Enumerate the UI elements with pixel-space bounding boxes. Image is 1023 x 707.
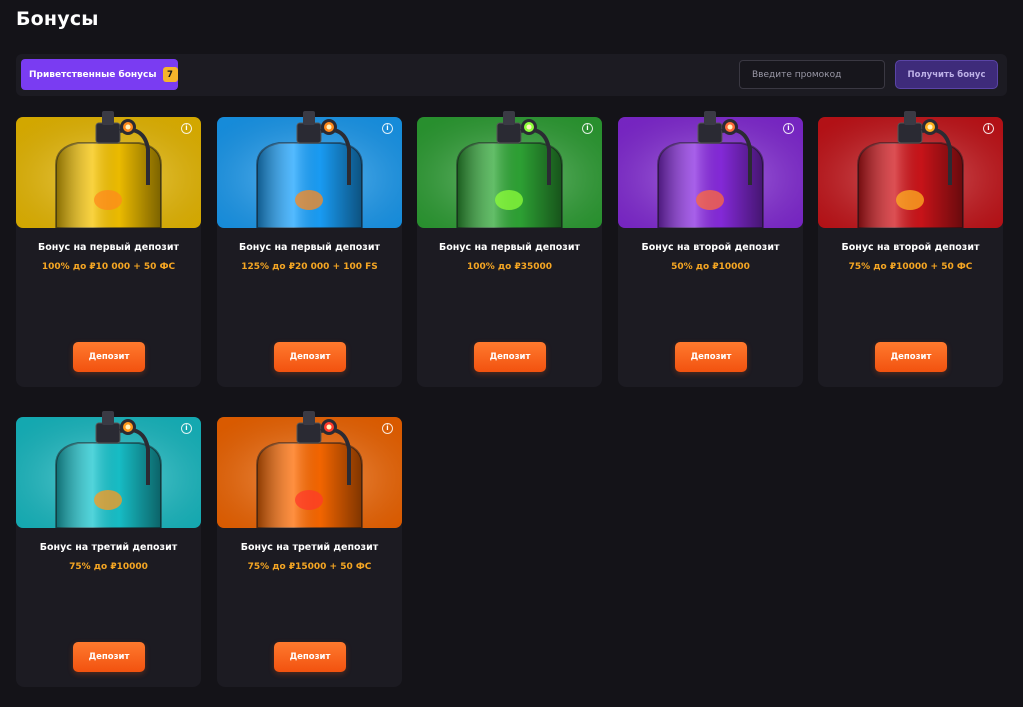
page-title: Бонусы	[16, 8, 99, 30]
bonus-card: i Бонус на второй депозит 75% до ₽10000 …	[818, 111, 1003, 387]
bonus-card: i Бонус на первый депозит 100% до ₽35000…	[417, 111, 602, 387]
bonus-card-title: Бонус на первый депозит	[37, 242, 179, 253]
info-icon[interactable]: i	[783, 123, 794, 134]
bonus-card-image: i	[818, 111, 1003, 228]
bonus-card-title: Бонус на второй депозит	[641, 242, 780, 253]
bonus-card-image: i	[16, 111, 201, 228]
info-icon[interactable]: i	[181, 123, 192, 134]
info-icon[interactable]: i	[181, 423, 192, 434]
deposit-button[interactable]: Депозит	[73, 642, 145, 672]
bonus-card-title: Бонус на третий депозит	[39, 542, 178, 553]
gas-tank-illustration	[818, 111, 1003, 228]
tab-welcome-bonuses[interactable]: Приветственные бонусы 7	[21, 59, 178, 90]
gas-tank-illustration	[217, 411, 402, 528]
deposit-button[interactable]: Депозит	[474, 342, 546, 372]
bonus-card-title: Бонус на первый депозит	[438, 242, 580, 253]
deposit-button[interactable]: Депозит	[73, 342, 145, 372]
info-icon[interactable]: i	[382, 423, 393, 434]
bonus-card: i Бонус на второй депозит 50% до ₽10000 …	[618, 111, 803, 387]
bonus-card-offer: 75% до ₽10000 + 50 ФС	[848, 262, 973, 272]
bonus-card-offer: 100% до ₽35000	[466, 262, 553, 272]
bonus-card-image: i	[217, 411, 402, 528]
gas-tank-illustration	[16, 111, 201, 228]
deposit-button[interactable]: Депозит	[274, 642, 346, 672]
bonus-card-image: i	[417, 111, 602, 228]
bonuses-page: Бонусы Приветственные бонусы 7 Получить …	[0, 0, 1023, 707]
gas-tank-illustration	[618, 111, 803, 228]
tab-welcome-label: Приветственные бонусы	[29, 69, 157, 80]
bonus-card-offer: 125% до ₽20 000 + 100 FS	[241, 262, 378, 272]
deposit-button[interactable]: Депозит	[875, 342, 947, 372]
bonus-card-offer: 50% до ₽10000	[671, 262, 750, 272]
promo-code-input[interactable]	[739, 60, 885, 89]
info-icon[interactable]: i	[983, 123, 994, 134]
bonus-card: i Бонус на третий депозит 75% до ₽15000 …	[217, 411, 402, 687]
tab-count-badge: 7	[162, 67, 178, 82]
bonus-card-offer: 75% до ₽10000	[69, 562, 148, 572]
info-icon[interactable]: i	[582, 123, 593, 134]
bonus-card: i Бонус на третий депозит 75% до ₽10000 …	[16, 411, 201, 687]
bonus-toolbar: Приветственные бонусы 7 Получить бонус	[16, 54, 1007, 96]
gas-tank-illustration	[16, 411, 201, 528]
deposit-button[interactable]: Депозит	[274, 342, 346, 372]
bonus-card-title: Бонус на второй депозит	[841, 242, 980, 253]
gas-tank-illustration	[417, 111, 602, 228]
bonus-card-title: Бонус на третий депозит	[240, 542, 379, 553]
info-icon[interactable]: i	[382, 123, 393, 134]
bonus-card-offer: 75% до ₽15000 + 50 ФС	[247, 562, 372, 572]
bonus-card: i Бонус на первый депозит 100% до ₽10 00…	[16, 111, 201, 387]
bonus-card-image: i	[16, 411, 201, 528]
bonus-card: i Бонус на первый депозит 125% до ₽20 00…	[217, 111, 402, 387]
bonus-card-offer: 100% до ₽10 000 + 50 ФС	[41, 262, 176, 272]
bonus-card-image: i	[618, 111, 803, 228]
bonus-card-image: i	[217, 111, 402, 228]
deposit-button[interactable]: Депозит	[675, 342, 747, 372]
gas-tank-illustration	[217, 111, 402, 228]
bonus-card-title: Бонус на первый депозит	[238, 242, 380, 253]
get-bonus-button[interactable]: Получить бонус	[895, 60, 998, 89]
